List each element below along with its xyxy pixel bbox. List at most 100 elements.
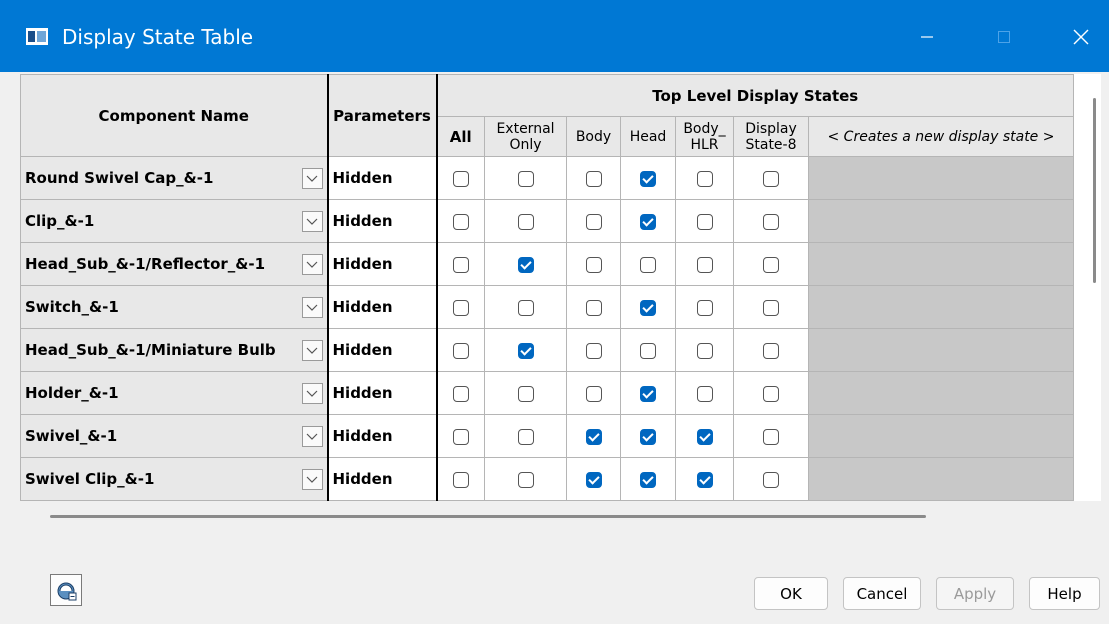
help-button[interactable]: Help (1029, 577, 1100, 610)
state-cell-external-only[interactable] (484, 414, 567, 458)
state-cell-display-state-8[interactable] (733, 371, 809, 415)
state-checkbox-external-only[interactable] (517, 386, 534, 402)
state-cell-body-hlr[interactable] (675, 414, 734, 458)
state-cell-all[interactable] (436, 371, 485, 415)
state-checkbox-external-only[interactable] (517, 214, 534, 230)
state-cell-body[interactable] (566, 414, 621, 458)
component-dropdown-button[interactable] (301, 297, 323, 318)
header-col-body[interactable]: Body (566, 116, 621, 157)
header-col-head[interactable]: Head (620, 116, 676, 157)
state-cell-body[interactable] (566, 328, 621, 372)
state-checkbox-all[interactable] (452, 343, 469, 359)
state-checkbox-body-hlr[interactable] (696, 343, 713, 359)
state-checkbox-body[interactable] (585, 386, 602, 402)
state-checkbox-display-state-8[interactable] (763, 214, 779, 230)
state-checkbox-external-only[interactable] (517, 300, 534, 316)
parameter-cell[interactable]: Hidden (327, 199, 438, 243)
state-checkbox-all[interactable] (452, 472, 469, 488)
component-dropdown-button[interactable] (301, 340, 323, 361)
state-checkbox-external-only[interactable] (517, 171, 534, 187)
ok-button[interactable]: OK (754, 577, 828, 610)
state-checkbox-body[interactable] (585, 257, 602, 273)
state-checkbox-head[interactable] (640, 386, 656, 402)
state-cell-body-hlr[interactable] (675, 328, 734, 372)
parameter-cell[interactable]: Hidden (327, 414, 438, 458)
component-dropdown-button[interactable] (301, 469, 323, 490)
component-dropdown-button[interactable] (301, 383, 323, 404)
state-cell-external-only[interactable] (484, 242, 567, 286)
header-col-external-only[interactable]: External Only (484, 116, 567, 157)
parameter-cell[interactable]: Hidden (327, 285, 438, 329)
state-cell-head[interactable] (620, 156, 676, 200)
state-checkbox-display-state-8[interactable] (763, 300, 779, 316)
state-cell-head[interactable] (620, 414, 676, 458)
parameter-cell[interactable]: Hidden (327, 328, 438, 372)
cancel-button[interactable]: Cancel (843, 577, 921, 610)
state-cell-external-only[interactable] (484, 199, 567, 243)
header-col-display-state-8[interactable]: Display State-8 (733, 116, 809, 157)
state-checkbox-body[interactable] (585, 214, 602, 230)
component-name-cell[interactable]: Holder_&-1 (20, 371, 329, 415)
state-cell-body-hlr[interactable] (675, 457, 734, 501)
state-checkbox-body-hlr[interactable] (696, 214, 713, 230)
state-checkbox-body[interactable] (585, 171, 602, 187)
apply-button[interactable]: Apply (936, 577, 1014, 610)
state-checkbox-all[interactable] (452, 171, 469, 187)
parameter-cell[interactable]: Hidden (327, 371, 438, 415)
state-checkbox-display-state-8[interactable] (763, 386, 779, 402)
state-checkbox-external-only[interactable] (517, 429, 534, 445)
state-checkbox-body-hlr[interactable] (696, 429, 713, 445)
component-dropdown-button[interactable] (301, 168, 323, 189)
state-cell-display-state-8[interactable] (733, 156, 809, 200)
state-cell-all[interactable] (436, 285, 485, 329)
state-checkbox-body-hlr[interactable] (696, 257, 713, 273)
state-cell-body[interactable] (566, 156, 621, 200)
state-cell-head[interactable] (620, 199, 676, 243)
component-name-cell[interactable]: Round Swivel Cap_&-1 (20, 156, 329, 200)
state-cell-all[interactable] (436, 328, 485, 372)
state-checkbox-head[interactable] (640, 343, 656, 359)
parameter-cell[interactable]: Hidden (327, 156, 438, 200)
state-checkbox-display-state-8[interactable] (763, 429, 779, 445)
state-checkbox-body-hlr[interactable] (696, 386, 713, 402)
component-name-cell[interactable]: Head_Sub_&-1/Reflector_&-1 (20, 242, 329, 286)
state-cell-head[interactable] (620, 328, 676, 372)
state-checkbox-body[interactable] (585, 429, 602, 445)
header-new-display-state[interactable]: < Creates a new display state > (808, 116, 1074, 157)
state-cell-all[interactable] (436, 457, 485, 501)
state-checkbox-all[interactable] (452, 429, 469, 445)
state-cell-external-only[interactable] (484, 156, 567, 200)
state-checkbox-all[interactable] (452, 300, 469, 316)
state-checkbox-body[interactable] (585, 343, 602, 359)
state-cell-all[interactable] (436, 414, 485, 458)
state-cell-body[interactable] (566, 457, 621, 501)
close-button[interactable] (1058, 14, 1104, 60)
component-dropdown-button[interactable] (301, 426, 323, 447)
component-name-cell[interactable]: Head_Sub_&-1/Miniature Bulb (20, 328, 329, 372)
state-checkbox-external-only[interactable] (517, 472, 534, 488)
state-checkbox-head[interactable] (640, 472, 656, 488)
state-checkbox-head[interactable] (640, 171, 656, 187)
state-cell-head[interactable] (620, 457, 676, 501)
state-cell-external-only[interactable] (484, 371, 567, 415)
state-checkbox-display-state-8[interactable] (763, 257, 779, 273)
display-state-icon-button[interactable] (50, 574, 82, 606)
state-cell-display-state-8[interactable] (733, 199, 809, 243)
state-cell-external-only[interactable] (484, 457, 567, 501)
component-name-cell[interactable]: Clip_&-1 (20, 199, 329, 243)
header-col-all[interactable]: All (436, 116, 485, 157)
state-cell-display-state-8[interactable] (733, 242, 809, 286)
component-name-cell[interactable]: Swivel_&-1 (20, 414, 329, 458)
state-cell-all[interactable] (436, 242, 485, 286)
state-cell-body[interactable] (566, 285, 621, 329)
state-cell-display-state-8[interactable] (733, 328, 809, 372)
state-cell-body[interactable] (566, 242, 621, 286)
state-checkbox-all[interactable] (452, 214, 469, 230)
state-checkbox-display-state-8[interactable] (763, 472, 779, 488)
state-checkbox-body-hlr[interactable] (696, 472, 713, 488)
state-cell-head[interactable] (620, 285, 676, 329)
state-cell-head[interactable] (620, 371, 676, 415)
state-checkbox-external-only[interactable] (517, 343, 534, 359)
state-checkbox-all[interactable] (452, 386, 469, 402)
state-cell-head[interactable] (620, 242, 676, 286)
